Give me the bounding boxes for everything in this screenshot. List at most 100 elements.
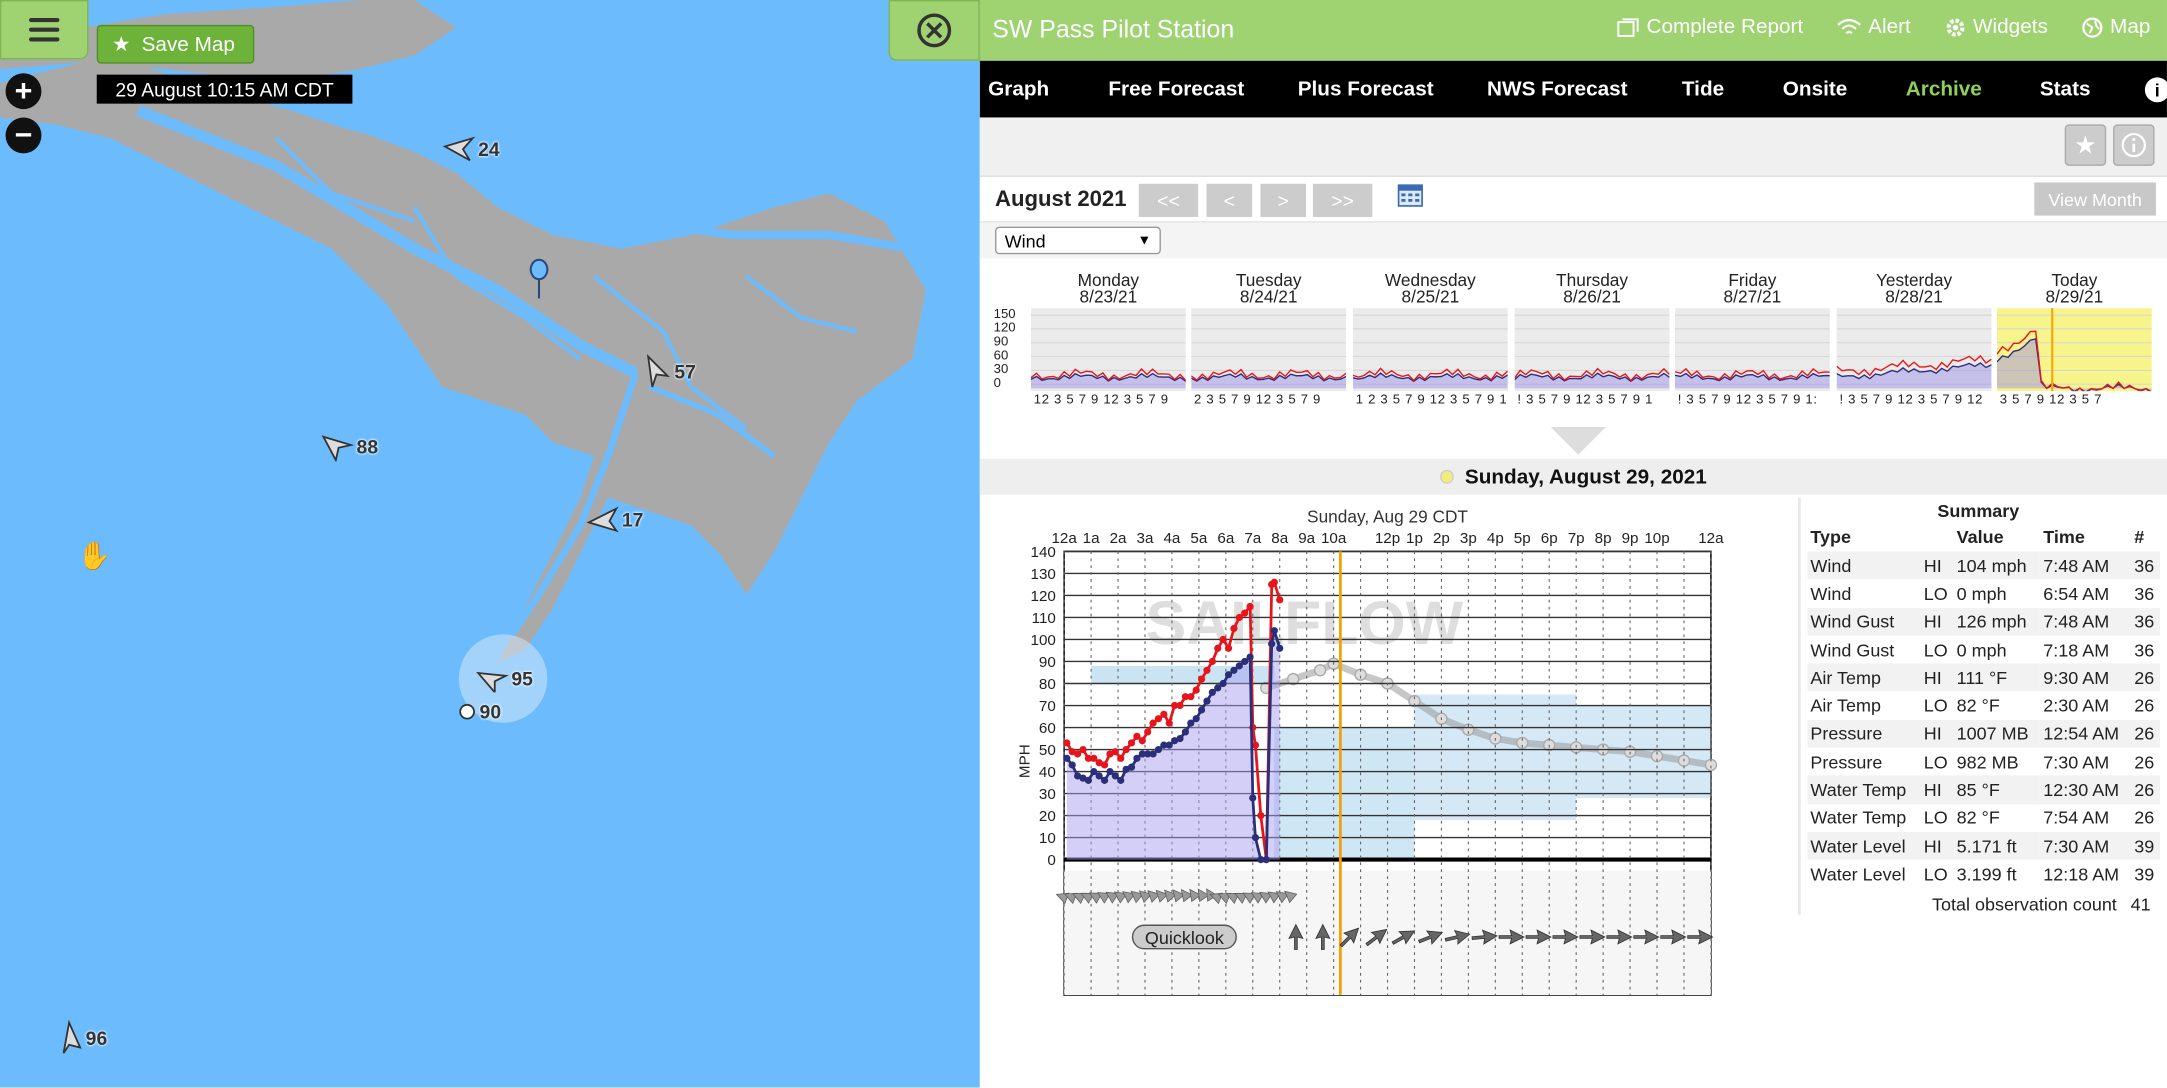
info-button[interactable]: [2113, 124, 2155, 166]
table-cell: HI: [1923, 555, 1942, 576]
tab-onsite[interactable]: Onsite: [1783, 77, 1848, 100]
mini-chart[interactable]: [1514, 308, 1670, 392]
alert-link[interactable]: Alert: [1836, 15, 1911, 39]
table-cell: Wind: [1810, 555, 1852, 576]
day-link[interactable]: Wednesday 8/25/21: [1361, 272, 1499, 307]
day-date: 8/29/21: [2045, 287, 2104, 307]
day-link[interactable]: Friday 8/27/21: [1683, 272, 1821, 306]
map-view[interactable]: ★ Save Map 29 August 10:15 AM CDT + − 24…: [0, 0, 980, 1088]
mini-chart[interactable]: [1352, 308, 1508, 392]
mini-x-labels: ! 3 5 7 9 12 3 5 7 9 12: [1839, 392, 1984, 408]
wind-marker[interactable]: 96: [55, 1019, 107, 1056]
mini-chart[interactable]: [1030, 308, 1186, 392]
table-cell: Wind Gust: [1810, 611, 1895, 632]
day-link[interactable]: Monday 8/23/21: [1039, 272, 1177, 306]
table-cell: 85 °F: [1956, 779, 2000, 801]
menu-button[interactable]: [0, 0, 89, 60]
gust-point: [1160, 710, 1168, 718]
wind-point: [1251, 833, 1260, 842]
complete-report-link[interactable]: Complete Report: [1617, 15, 1803, 39]
tab-archive[interactable]: Archive: [1906, 77, 1982, 100]
table-row: Wind HI 104 mph 7:48 AM 36: [1807, 551, 2161, 580]
table-cell: 26: [2134, 667, 2155, 688]
day-date: 8/25/21: [1401, 287, 1460, 307]
watermark-text: SAILFLOW: [1146, 589, 1464, 657]
mini-chart[interactable]: [1996, 308, 2152, 392]
month-nav: August 2021 << < > >> View Month: [979, 178, 2167, 223]
day-link[interactable]: Thursday 8/26/21: [1523, 272, 1661, 306]
day-link[interactable]: Tuesday 8/24/21: [1200, 272, 1338, 306]
x-tick-label: 2a: [1110, 530, 1127, 547]
col-hilo: [1921, 522, 1954, 551]
view-month-button[interactable]: View Month: [2034, 182, 2156, 216]
day-name: Yesterday: [1875, 270, 1953, 291]
save-map-button[interactable]: ★ Save Map: [96, 24, 255, 64]
prev-week-button[interactable]: <: [1206, 183, 1253, 217]
mini-chart[interactable]: [1674, 308, 1830, 392]
gust-point: [1117, 754, 1125, 762]
summary-title: Summary: [1937, 500, 2020, 522]
wind-marker[interactable]: 88: [321, 431, 378, 462]
sun-icon: [1440, 469, 1454, 484]
circle-icon: [459, 703, 475, 720]
table-cell: 26: [2134, 723, 2155, 745]
wind-marker[interactable]: 95: [475, 665, 533, 693]
table-cell: HI: [1923, 779, 1942, 801]
mini-chart[interactable]: [1191, 308, 1347, 392]
gust-point: [1144, 728, 1152, 736]
land-shape: [0, 0, 926, 664]
zoom-out-button[interactable]: −: [5, 117, 42, 154]
mini-chart[interactable]: [1836, 308, 1992, 392]
map-link[interactable]: Map: [2081, 15, 2150, 39]
quicklook-button[interactable]: Quicklook: [1131, 924, 1237, 950]
zoom-in-button[interactable]: +: [5, 73, 42, 110]
wind-marker[interactable]: 57: [644, 354, 696, 390]
station-marker[interactable]: 90: [457, 701, 501, 723]
tab-nws-forecast[interactable]: NWS Forecast: [1487, 77, 1628, 100]
toolbar: ★: [979, 117, 2167, 177]
gust-point: [1127, 739, 1136, 747]
table-cell: 26: [2134, 779, 2155, 801]
info-icon[interactable]: i: [2144, 77, 2167, 103]
variable-select-row: Wind ▼: [979, 222, 2167, 259]
x-tick-label: 3a: [1137, 530, 1154, 547]
mini-wind-area: [1836, 362, 1992, 389]
table-cell: 104 mph: [1956, 555, 2027, 576]
table-row: Pressure HI 1007 MB 12:54 AM 26: [1807, 719, 2161, 748]
y-tick-label: 30: [1039, 786, 1056, 803]
gust-point: [1176, 701, 1184, 710]
table-row: Water Temp LO 82 °F 7:54 AM 26: [1808, 804, 2160, 832]
favorite-button[interactable]: ★: [2064, 124, 2107, 166]
calendar-icon[interactable]: [1397, 181, 1425, 209]
tab-stats[interactable]: Stats: [2040, 77, 2091, 100]
tab-free-forecast[interactable]: Free Forecast: [1108, 77, 1244, 100]
table-cell: 82 °F: [1956, 695, 2000, 717]
wind-marker[interactable]: 24: [442, 135, 500, 163]
table-row: Water Temp HI 85 °F 12:30 AM 26: [1807, 775, 2161, 804]
x-tick-label: 8a: [1271, 530, 1288, 547]
wind-marker[interactable]: 17: [586, 506, 643, 534]
wind-point: [1219, 679, 1227, 688]
tab-tide[interactable]: Tide: [1682, 77, 1724, 100]
x-tick-label: 5p: [1514, 530, 1531, 547]
wind-point: [1084, 776, 1092, 784]
table-cell: Wind Gust: [1810, 639, 1895, 660]
next-week-button[interactable]: >: [1260, 183, 1306, 217]
table-row: Water Level LO 3.199 ft 12:18 AM 39: [1808, 860, 2160, 888]
tab-graph[interactable]: Graph: [988, 77, 1049, 100]
variable-select[interactable]: Wind ▼: [995, 226, 1161, 255]
close-panel-button[interactable]: [888, 0, 980, 61]
day-link[interactable]: Yesterday 8/28/21: [1845, 270, 1983, 306]
table-cell: 982 MB: [1956, 751, 2019, 773]
widgets-link[interactable]: Widgets: [1944, 15, 2048, 39]
day-link[interactable]: Today 8/29/21: [2005, 272, 2143, 307]
tab-plus-forecast[interactable]: Plus Forecast: [1298, 77, 1434, 100]
wind-arrow-icon: [62, 1019, 82, 1054]
next-month-button[interactable]: >>: [1312, 183, 1373, 217]
table-cell: HI: [1923, 667, 1942, 688]
pressure-point: [1313, 664, 1327, 677]
mini-chart-plot: [1352, 314, 1508, 389]
table-cell: 39: [2134, 863, 2155, 885]
prev-month-button[interactable]: <<: [1138, 183, 1199, 217]
table-cell: LO: [1923, 863, 1948, 885]
